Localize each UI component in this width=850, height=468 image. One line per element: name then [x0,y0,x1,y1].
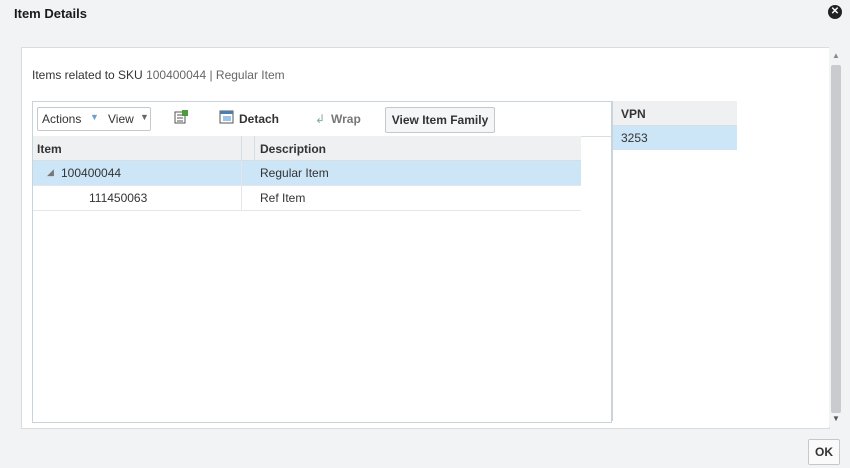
export-to-excel-icon[interactable] [173,109,189,125]
sku-context-line: Items related to SKU 100400044 | Regular… [32,68,285,82]
table-toolbar: Actions ▼ View ▼ Detach ↲ Wrap View Item [33,102,611,137]
table-row[interactable]: ◢ 100400044 Regular Item [33,161,581,186]
sku-prefix: Items related to SKU [32,68,143,82]
wrap-button[interactable]: Wrap [331,112,361,126]
scroll-up-icon[interactable]: ▲ [832,51,840,60]
expand-collapse-icon[interactable]: ◢ [47,167,54,178]
wrap-icon[interactable]: ↲ [315,112,325,126]
item-cell: 111450063 [89,191,148,205]
column-header-item[interactable]: Item [37,142,62,156]
chevron-down-icon[interactable]: ▼ [90,112,99,122]
chevron-down-icon[interactable]: ▼ [140,112,149,122]
ok-button[interactable]: OK [808,439,840,465]
view-menu[interactable]: View [108,112,134,126]
sku-value: 100400044 | Regular Item [146,68,285,82]
cell-divider [241,161,242,185]
scroll-down-icon[interactable]: ▼ [832,414,840,423]
detach-icon[interactable] [219,109,235,125]
column-divider [254,136,255,160]
vpn-header-label: VPN [621,107,646,121]
close-icon[interactable]: ✕ [828,5,842,19]
item-cell: 100400044 [61,166,122,180]
column-header-description[interactable]: Description [260,142,326,156]
actions-menu[interactable]: Actions [42,112,81,126]
cell-divider [241,186,242,210]
column-divider[interactable] [241,136,242,160]
description-cell: Ref Item [260,191,306,205]
table-header: Item Description [33,136,581,161]
vpn-column-header[interactable]: VPN [613,101,737,126]
vertical-scrollbar[interactable]: ▲ ▼ [829,47,843,427]
detach-button[interactable]: Detach [239,112,279,126]
vpn-value: 3253 [621,131,648,145]
scroll-thumb[interactable] [831,65,841,413]
dialog-title-bar: Item Details ✕ [0,0,850,28]
table-row[interactable]: 111450063 Ref Item [33,186,581,211]
view-item-family-button[interactable]: View Item Family [385,107,495,133]
description-cell: Regular Item [260,166,329,180]
dialog-title: Item Details [14,6,87,21]
dialog-body: Items related to SKU 100400044 | Regular… [21,47,830,429]
items-table-panel: Actions ▼ View ▼ Detach ↲ Wrap View Item [32,101,612,423]
vpn-panel: VPN 3253 [612,101,808,421]
actions-view-menus: Actions ▼ View ▼ [37,107,151,131]
vpn-row[interactable]: 3253 [613,126,737,150]
